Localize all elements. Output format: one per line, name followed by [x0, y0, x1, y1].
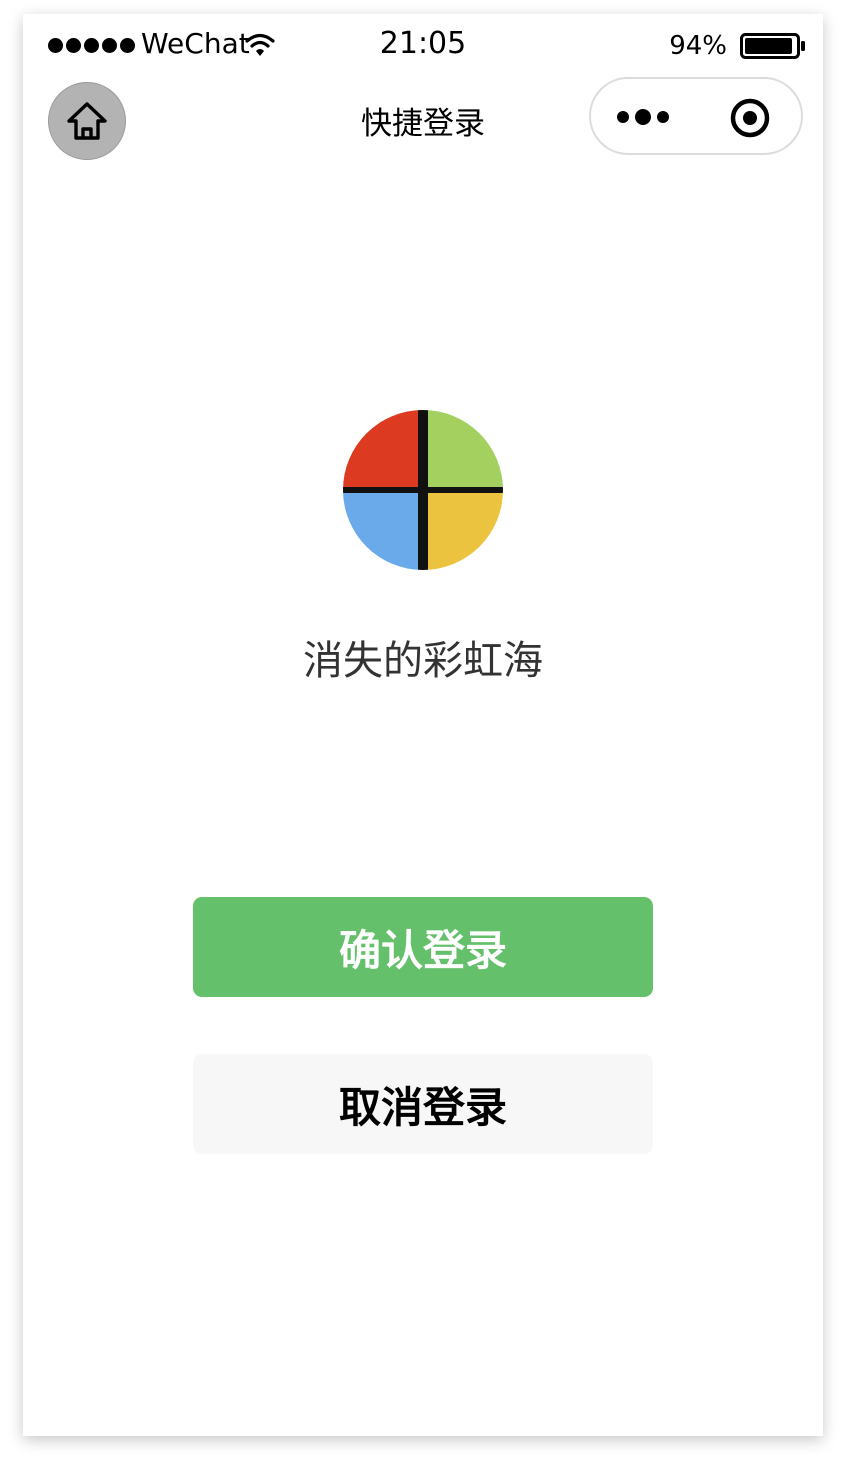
mini-program-capsule [589, 77, 803, 155]
page-title: 快捷登录 [361, 106, 485, 142]
app-name: 消失的彩虹海 [303, 638, 543, 684]
cancel-login-button[interactable]: 取消登录 [193, 1054, 653, 1154]
more-dots-icon[interactable] [615, 103, 675, 131]
confirm-login-button[interactable]: 确认登录 [193, 897, 653, 997]
status-bar: WeChat 21:05 94% [23, 14, 823, 76]
app-logo [343, 410, 503, 570]
target-circle-icon[interactable] [729, 97, 771, 139]
battery-percentage: 94% [669, 31, 727, 61]
phone-screen: WeChat 21:05 94% 快捷登录 消失的彩虹海 确认登录 取消登录 [23, 14, 823, 1436]
battery-icon [740, 33, 805, 59]
home-icon [67, 102, 107, 140]
home-button[interactable] [48, 82, 126, 160]
